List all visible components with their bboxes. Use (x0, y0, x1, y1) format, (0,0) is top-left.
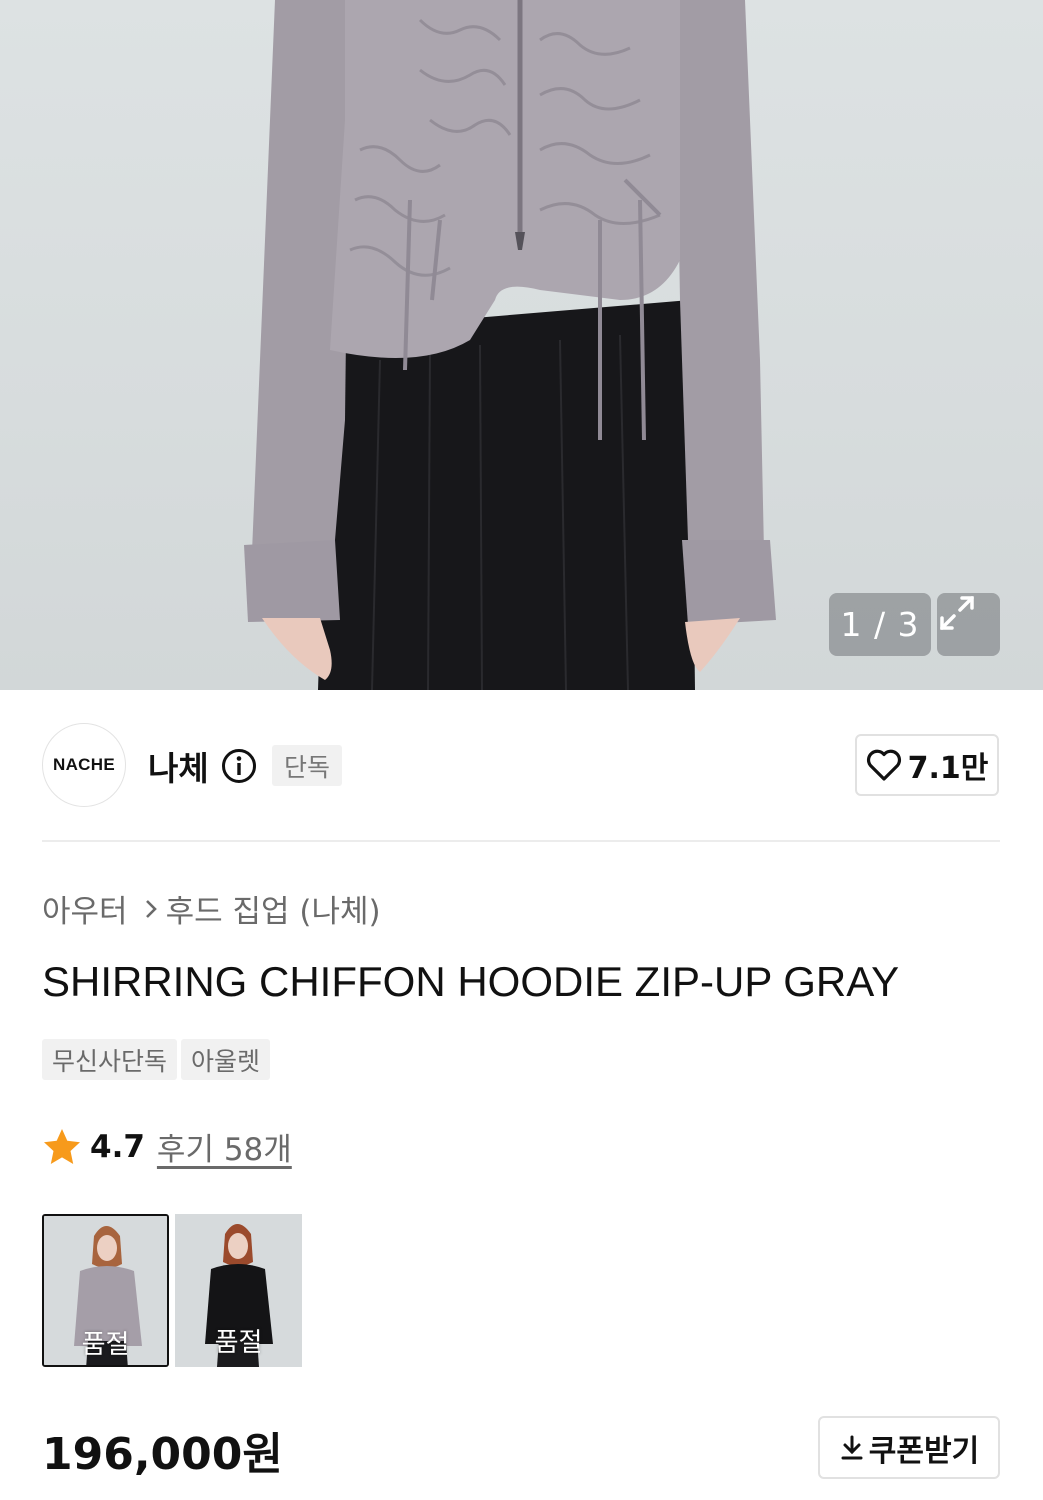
info-icon[interactable] (221, 748, 257, 784)
rating-score: 4.7 (90, 1128, 145, 1165)
product-photo (244, 0, 776, 690)
star-icon (44, 1128, 80, 1164)
breadcrumb-category[interactable]: 아우터 (42, 886, 128, 931)
review-link[interactable]: 후기 58개 (157, 1124, 292, 1169)
product-tags: 무신사단독 아울렛 (42, 1039, 271, 1080)
expand-icon (940, 596, 974, 630)
chevron-right-icon (144, 898, 158, 920)
tag-exclusive: 무신사단독 (42, 1039, 178, 1080)
coupon-label: 쿠폰받기 (868, 1433, 980, 1469)
soldout-label: 품절 (81, 1330, 130, 1360)
product-price: 196,000원 (42, 1429, 283, 1480)
exclusive-badge: 단독 (272, 745, 342, 786)
soldout-label: 품절 (214, 1328, 263, 1358)
divider (42, 840, 1000, 842)
coupon-button[interactable]: 쿠폰받기 (818, 1416, 1000, 1479)
breadcrumb: 아우터 후드 집업 (나체) (42, 886, 381, 931)
expand-button[interactable] (937, 593, 1000, 656)
breadcrumb-subcategory[interactable]: 후드 집업 (나체) (166, 886, 381, 931)
product-title: SHIRRING CHIFFON HOODIE ZIP-UP GRAY (42, 958, 900, 1005)
swatch-gray[interactable]: 품절 (42, 1214, 169, 1367)
download-icon (841, 1435, 863, 1459)
swatch-black[interactable]: 품절 (175, 1214, 302, 1367)
heart-outline-icon (866, 749, 901, 781)
like-button[interactable]: 7.1만 (855, 734, 999, 796)
tag-outlet: 아울렛 (181, 1039, 271, 1080)
product-image[interactable]: 1 / 3 (0, 0, 1043, 690)
like-count: 7.1만 (907, 751, 989, 786)
rating-row: 4.7 후기 58개 (42, 1124, 292, 1169)
brand-logo[interactable]: NACHE (42, 723, 126, 807)
image-counter: 1 / 3 (829, 593, 931, 656)
brand-name[interactable]: 나체 (148, 742, 209, 790)
